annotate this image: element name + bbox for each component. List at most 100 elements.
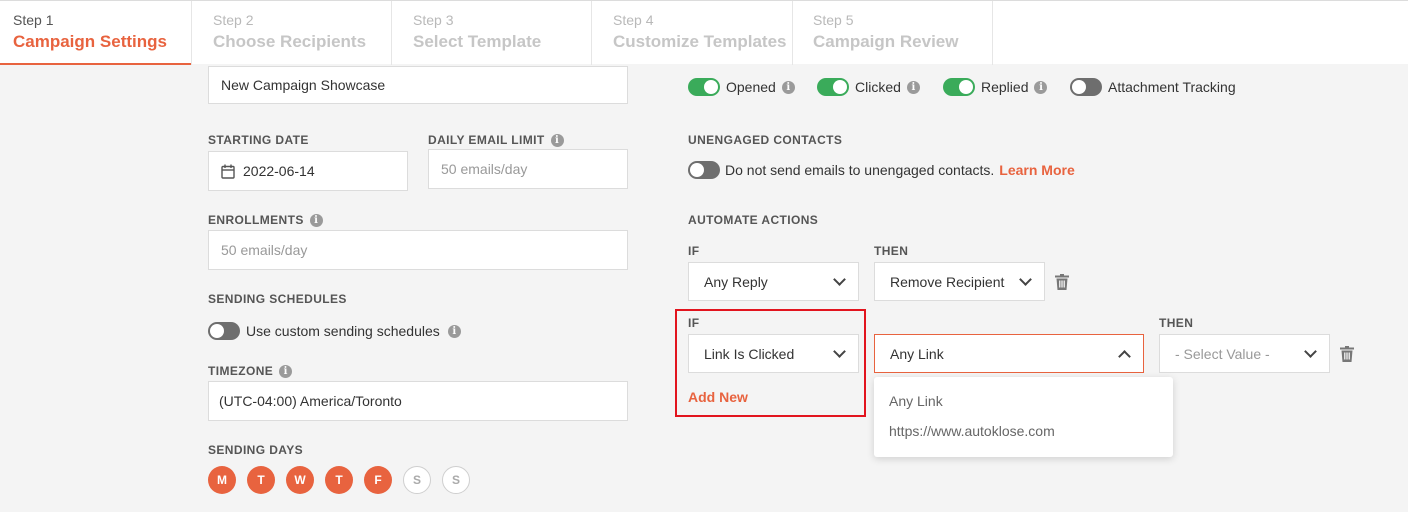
day-friday[interactable]: F — [364, 466, 392, 494]
custom-schedules-text: Use custom sending schedules — [246, 323, 440, 339]
opened-toggle[interactable] — [688, 78, 720, 96]
sending-schedules-label: SENDING SCHEDULES — [208, 292, 347, 306]
unengaged-row: Do not send emails to unengaged contacts… — [688, 161, 1075, 179]
enrollments-label: ENROLLMENTS i — [208, 213, 323, 227]
day-wednesday[interactable]: W — [286, 466, 314, 494]
info-icon[interactable]: i — [906, 80, 920, 94]
campaign-name-input[interactable]: New Campaign Showcase — [208, 66, 628, 104]
daily-email-limit-label: DAILY EMAIL LIMIT i — [428, 133, 564, 147]
day-saturday[interactable]: S — [403, 466, 431, 494]
starting-date-input[interactable]: 2022-06-14 — [208, 151, 408, 191]
info-icon[interactable]: i — [279, 364, 293, 378]
replied-text: Replied — [981, 79, 1029, 95]
rule1-if-value: Any Reply — [704, 273, 768, 290]
starting-date-label: STARTING DATE — [208, 133, 309, 147]
unengaged-text: Do not send emails to unengaged contacts… — [725, 162, 995, 178]
step-title: Choose Recipients — [213, 32, 367, 51]
step-number: Step 2 — [213, 12, 254, 28]
starting-date-label-text: STARTING DATE — [208, 133, 309, 147]
day-tuesday[interactable]: T — [247, 466, 275, 494]
replied-toggle[interactable] — [943, 78, 975, 96]
timezone-label-text: TIMEZONE — [208, 364, 274, 378]
timezone-select[interactable]: (UTC-04:00) America/Toronto — [208, 381, 628, 421]
link-dropdown-menu: Any Link https://www.autoklose.com — [874, 377, 1173, 457]
rule1-then-label: THEN — [874, 244, 908, 258]
day-sunday[interactable]: S — [442, 466, 470, 494]
rule2-then-label: THEN — [1159, 316, 1193, 330]
info-icon[interactable]: i — [781, 80, 795, 94]
step-choose-recipients[interactable]: Step 2 Choose Recipients — [200, 1, 392, 65]
chevron-up-icon — [1118, 349, 1131, 363]
timezone-value: (UTC-04:00) America/Toronto — [219, 393, 402, 409]
daily-email-limit-label-text: DAILY EMAIL LIMIT — [428, 133, 545, 147]
chevron-down-icon — [833, 272, 846, 286]
sending-schedules-label-text: SENDING SCHEDULES — [208, 292, 347, 306]
automate-actions-label-text: AUTOMATE ACTIONS — [688, 213, 819, 227]
info-icon[interactable]: i — [447, 324, 461, 338]
tracking-attachment: Attachment Tracking — [1070, 78, 1236, 96]
chevron-down-icon — [1304, 344, 1317, 358]
highlight-box — [675, 309, 866, 417]
opened-text: Opened — [726, 79, 776, 95]
rule2-value-select[interactable]: - Select Value - — [1159, 334, 1330, 373]
custom-schedules-row: Use custom sending schedules i — [208, 322, 461, 340]
trash-icon[interactable] — [1055, 274, 1069, 290]
step-title: Customize Templates — [613, 32, 787, 51]
day-monday[interactable]: M — [208, 466, 236, 494]
step-number: Step 4 — [613, 12, 654, 28]
sending-days-label-text: SENDING DAYS — [208, 443, 304, 457]
rule2-value-placeholder: - Select Value - — [1175, 345, 1270, 362]
calendar-icon — [221, 164, 235, 179]
rule2-link-select[interactable]: Any Link — [874, 334, 1144, 373]
stepper: Step 1 Campaign Settings Step 2 Choose R… — [0, 0, 1408, 65]
tracking-replied: Replied i — [943, 78, 1048, 96]
step-number: Step 5 — [813, 12, 854, 28]
unengaged-contacts-label: UNENGAGED CONTACTS — [688, 133, 842, 147]
learn-more-link[interactable]: Learn More — [999, 162, 1074, 178]
chevron-down-icon — [1019, 272, 1032, 286]
trash-icon[interactable] — [1340, 346, 1354, 362]
enrollments-label-text: ENROLLMENTS — [208, 213, 304, 227]
attachment-tracking-text: Attachment Tracking — [1108, 79, 1236, 95]
step-select-template[interactable]: Step 3 Select Template — [400, 1, 592, 65]
timezone-label: TIMEZONE i — [208, 364, 293, 378]
clicked-toggle[interactable] — [817, 78, 849, 96]
unengaged-contacts-label-text: UNENGAGED CONTACTS — [688, 133, 843, 147]
rule1-then-value: Remove Recipient — [890, 273, 1005, 290]
tracking-opened: Opened i — [688, 78, 795, 96]
tracking-clicked: Clicked i — [817, 78, 920, 96]
rule1-then-select[interactable]: Remove Recipient — [874, 262, 1045, 301]
info-icon[interactable]: i — [550, 133, 564, 147]
sending-days-label: SENDING DAYS — [208, 443, 303, 457]
if-label-text: IF — [688, 244, 700, 258]
then-label-text: THEN — [874, 244, 909, 258]
enrollments-placeholder: 50 emails/day — [221, 242, 308, 258]
step-title: Campaign Settings — [13, 32, 167, 51]
then-label-text: THEN — [1159, 316, 1194, 330]
step-campaign-review[interactable]: Step 5 Campaign Review — [800, 1, 993, 65]
day-thursday[interactable]: T — [325, 466, 353, 494]
daily-email-limit-placeholder: 50 emails/day — [441, 161, 528, 177]
unengaged-toggle[interactable] — [688, 161, 720, 179]
automate-actions-label: AUTOMATE ACTIONS — [688, 213, 818, 227]
dropdown-option-autoklose-url[interactable]: https://www.autoklose.com — [874, 420, 1173, 450]
step-customize-templates[interactable]: Step 4 Customize Templates — [600, 1, 793, 65]
clicked-text: Clicked — [855, 79, 901, 95]
step-title: Campaign Review — [813, 32, 959, 51]
rule1-if-select[interactable]: Any Reply — [688, 262, 859, 301]
starting-date-value: 2022-06-14 — [243, 163, 315, 179]
attachment-tracking-toggle[interactable] — [1070, 78, 1102, 96]
step-number: Step 3 — [413, 12, 454, 28]
info-icon[interactable]: i — [309, 213, 323, 227]
campaign-name-value: New Campaign Showcase — [221, 77, 386, 93]
enrollments-input[interactable]: 50 emails/day — [208, 230, 628, 270]
step-title: Select Template — [413, 32, 542, 51]
step-campaign-settings[interactable]: Step 1 Campaign Settings — [0, 1, 192, 65]
step-number: Step 1 — [13, 12, 54, 28]
rule1-if-label: IF — [688, 244, 699, 258]
custom-schedules-toggle[interactable] — [208, 322, 240, 340]
dropdown-option-any-link[interactable]: Any Link — [874, 390, 1173, 420]
daily-email-limit-input[interactable]: 50 emails/day — [428, 149, 628, 189]
info-icon[interactable]: i — [1034, 80, 1048, 94]
rule2-link-value: Any Link — [890, 345, 944, 362]
